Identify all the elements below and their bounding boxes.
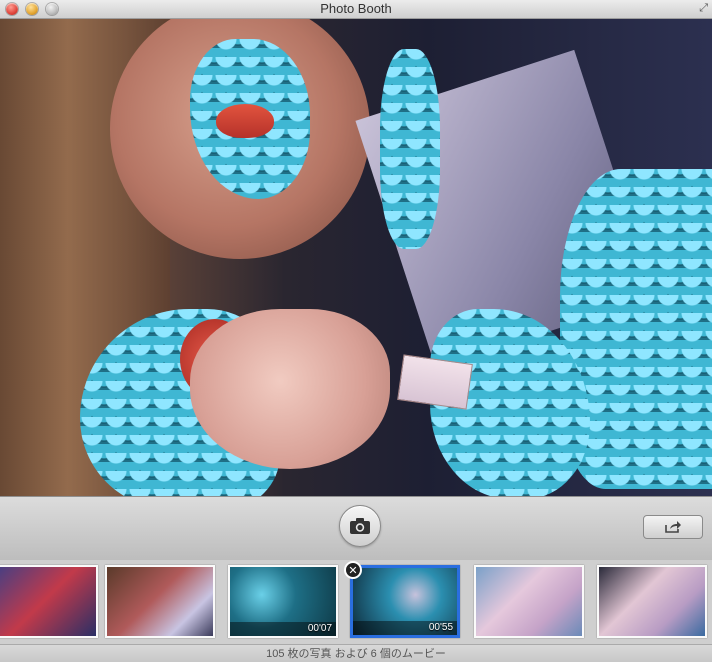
thumbnail[interactable] <box>597 565 707 638</box>
thumbnail[interactable] <box>0 565 98 638</box>
title-bar: Photo Booth ⤢ <box>0 0 712 19</box>
take-photo-button[interactable] <box>339 505 381 547</box>
camera-icon <box>350 518 370 534</box>
share-icon <box>665 521 681 533</box>
movie-duration: 00'55 <box>428 622 453 633</box>
thumbnail[interactable] <box>474 565 584 638</box>
effect-pattern <box>380 49 440 249</box>
fullscreen-icon[interactable]: ⤢ <box>699 2 708 15</box>
preview-lips <box>216 104 274 138</box>
camera-preview <box>0 19 712 496</box>
thumbnail[interactable] <box>105 565 215 638</box>
thumbnail[interactable]: 00'07 <box>228 565 338 638</box>
thumbnail-selected[interactable]: 00'55 <box>350 565 460 638</box>
preview-card <box>397 354 473 410</box>
preview-hand <box>190 309 390 469</box>
toolbar <box>0 496 712 561</box>
remove-icon[interactable]: ✕ <box>344 561 362 579</box>
share-button[interactable] <box>643 515 703 539</box>
photo-booth-window: Photo Booth ⤢ 00'07 00'55 ✕ 105 枚の写真 および… <box>0 0 712 662</box>
status-bar: 105 枚の写真 および 6 個のムービー <box>0 644 712 662</box>
movie-duration: 00'07 <box>307 623 332 634</box>
window-title: Photo Booth <box>320 1 392 16</box>
